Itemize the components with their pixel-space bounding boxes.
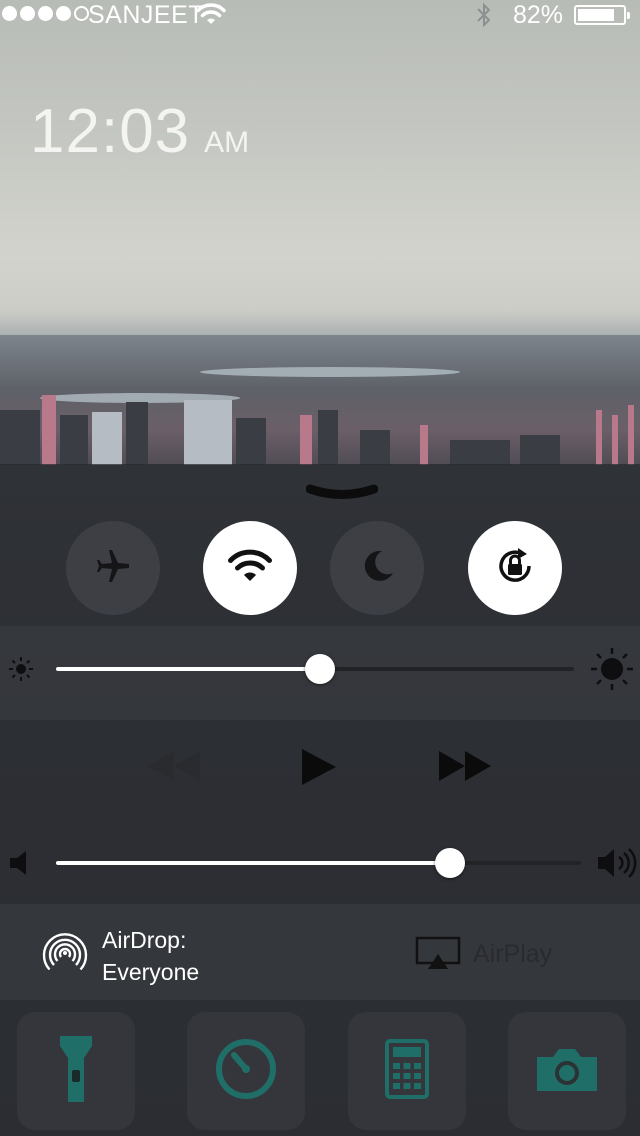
airdrop-label: AirDrop: (102, 927, 187, 953)
signal-dot (74, 6, 89, 21)
airplane-mode-toggle[interactable] (66, 521, 160, 615)
control-center: AirDrop: Everyone AirPlay (0, 464, 640, 1136)
slider-fill (56, 861, 450, 865)
signal-strength (2, 6, 89, 21)
moon-icon (357, 546, 397, 591)
carrier-name: SANJEET (88, 1, 205, 29)
rotation-lock-icon (491, 542, 539, 595)
grabber-handle[interactable] (305, 482, 379, 509)
rewind-icon[interactable] (146, 749, 202, 788)
battery-percent: 82% (513, 1, 564, 29)
do-not-disturb-toggle[interactable] (330, 521, 424, 615)
signal-dot (20, 6, 35, 21)
airplay-icon[interactable] (414, 936, 462, 977)
wifi-icon (196, 2, 226, 31)
airdrop-icon[interactable] (42, 930, 88, 981)
city-skyline (0, 335, 640, 470)
battery-level (578, 9, 615, 21)
lock-clock: 12:03 AM (30, 96, 249, 167)
volume-knob[interactable] (434, 848, 465, 878)
clock-ampm: AM (204, 126, 250, 159)
volume-slider[interactable] (56, 848, 581, 878)
fast-forward-icon[interactable] (437, 749, 493, 788)
volume-low-icon (8, 849, 32, 882)
calculator-icon (385, 1038, 429, 1104)
clock-time: 12:03 (30, 97, 191, 166)
calculator-button[interactable] (348, 1012, 466, 1130)
flashlight-button[interactable] (17, 1012, 135, 1130)
timer-button[interactable] (187, 1012, 305, 1130)
camera-icon (535, 1045, 599, 1098)
airplay-label[interactable]: AirPlay (473, 940, 552, 969)
airdrop-value: Everyone (102, 959, 200, 985)
signal-dot (56, 6, 71, 21)
brightness-low-icon (6, 654, 36, 689)
battery-icon (574, 5, 630, 25)
signal-dot (38, 6, 53, 21)
flashlight-icon (56, 1032, 96, 1111)
status-bar: SANJEET 82% (0, 0, 640, 30)
rotation-lock-toggle[interactable] (468, 521, 562, 615)
timer-icon (214, 1037, 278, 1106)
brightness-knob[interactable] (305, 654, 336, 684)
volume-high-icon (596, 844, 638, 887)
river (200, 367, 460, 377)
camera-button[interactable] (508, 1012, 626, 1130)
wifi-icon (227, 548, 273, 589)
play-icon[interactable] (300, 747, 338, 792)
brightness-slider[interactable] (56, 654, 574, 684)
slider-fill (56, 667, 321, 671)
airplane-icon (93, 546, 133, 591)
signal-dot (2, 6, 17, 21)
brightness-high-icon (589, 646, 635, 697)
wifi-toggle[interactable] (203, 521, 297, 615)
airdrop-button[interactable]: AirDrop: Everyone (102, 924, 199, 988)
bluetooth-icon (474, 2, 494, 33)
